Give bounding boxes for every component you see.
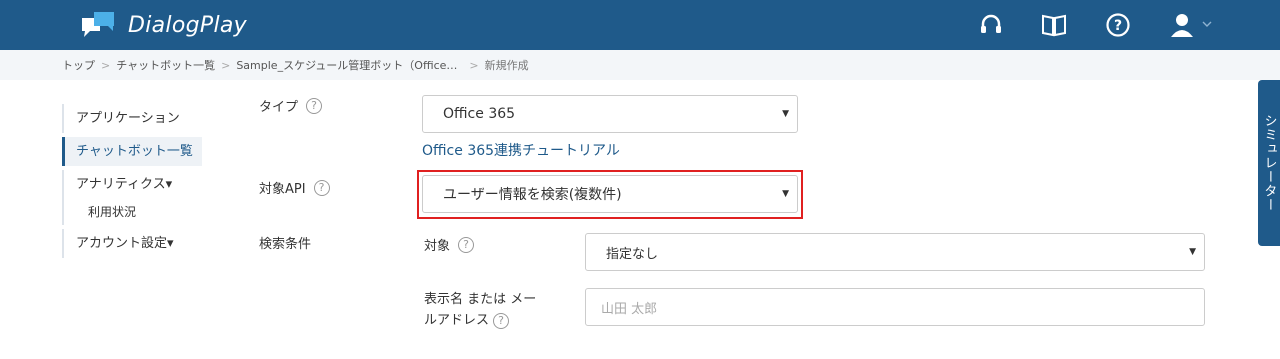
app-name: DialogPlay	[128, 12, 247, 38]
sidebar: アプリケーション チャットボット一覧 アナリティクス▾ 利用状況 アカウント設定…	[62, 104, 202, 258]
simulator-tab[interactable]: シミュレーター	[1258, 80, 1280, 246]
breadcrumb-separator: >	[101, 58, 111, 72]
name-label-line2: ルアドレス	[424, 313, 490, 328]
breadcrumb: トップ > チャットボット一覧 > Sample_スケジュール管理ボット（Off…	[0, 50, 1280, 80]
top-header: DialogPlay ?	[0, 0, 1280, 50]
name-label-line1: 表示名 または メー	[424, 292, 537, 307]
chat-bubbles-icon	[82, 12, 114, 37]
type-label: タイプ	[259, 100, 299, 115]
user-avatar-icon[interactable]	[1170, 12, 1196, 38]
breadcrumb-top[interactable]: トップ	[62, 57, 95, 73]
target-select[interactable]: 指定なし ▼	[585, 233, 1205, 271]
breadcrumb-separator: >	[469, 58, 479, 72]
api-label-row: 対象API ?	[259, 178, 330, 197]
breadcrumb-bot[interactable]: Sample_スケジュール管理ボット（Office…	[236, 57, 457, 73]
type-select[interactable]: Office 365 ▼	[422, 95, 798, 133]
caret-down-icon: ▼	[1189, 247, 1196, 257]
help-icon[interactable]: ?	[1105, 12, 1131, 38]
headset-icon[interactable]	[978, 12, 1004, 38]
book-icon[interactable]	[1041, 12, 1067, 38]
target-label: 対象	[424, 239, 451, 254]
help-icon[interactable]: ?	[458, 236, 475, 253]
sidebar-item-analytics[interactable]: アナリティクス▾	[62, 170, 202, 199]
api-select[interactable]: ユーザー情報を検索(複数件) ▼	[422, 175, 798, 213]
chevron-down-icon[interactable]	[1202, 20, 1212, 28]
name-label-block: 表示名 または メー ルアドレス ?	[424, 289, 536, 331]
tutorial-link[interactable]: Office 365連携チュートリアル	[422, 140, 620, 160]
help-icon[interactable]: ?	[306, 97, 323, 114]
svg-text:?: ?	[1114, 18, 1122, 34]
sidebar-item-usage[interactable]: 利用状況	[62, 199, 202, 225]
caret-down-icon: ▼	[782, 189, 789, 199]
api-label: 対象API	[259, 182, 306, 197]
breadcrumb-chatbot-list[interactable]: チャットボット一覧	[116, 57, 215, 73]
target-label-row: 対象 ?	[424, 235, 475, 254]
name-input-placeholder: 山田 太郎	[601, 301, 658, 317]
logo[interactable]: DialogPlay	[80, 10, 247, 40]
type-select-value: Office 365	[443, 106, 516, 122]
sidebar-item-application[interactable]: アプリケーション	[62, 104, 202, 133]
sidebar-item-account-settings[interactable]: アカウント設定▾	[62, 229, 202, 258]
breadcrumb-separator: >	[221, 58, 231, 72]
help-icon[interactable]: ?	[493, 312, 510, 329]
api-select-value: ユーザー情報を検索(複数件)	[443, 187, 622, 203]
target-select-value: 指定なし	[606, 246, 659, 262]
breadcrumb-current: 新規作成	[484, 59, 529, 72]
sidebar-item-chatbot-list[interactable]: チャットボット一覧	[62, 137, 202, 166]
type-label-row: タイプ ?	[259, 96, 323, 115]
caret-down-icon: ▼	[782, 109, 789, 119]
help-icon[interactable]: ?	[313, 179, 330, 196]
search-label: 検索条件	[259, 237, 312, 252]
name-input[interactable]: 山田 太郎	[585, 288, 1205, 326]
